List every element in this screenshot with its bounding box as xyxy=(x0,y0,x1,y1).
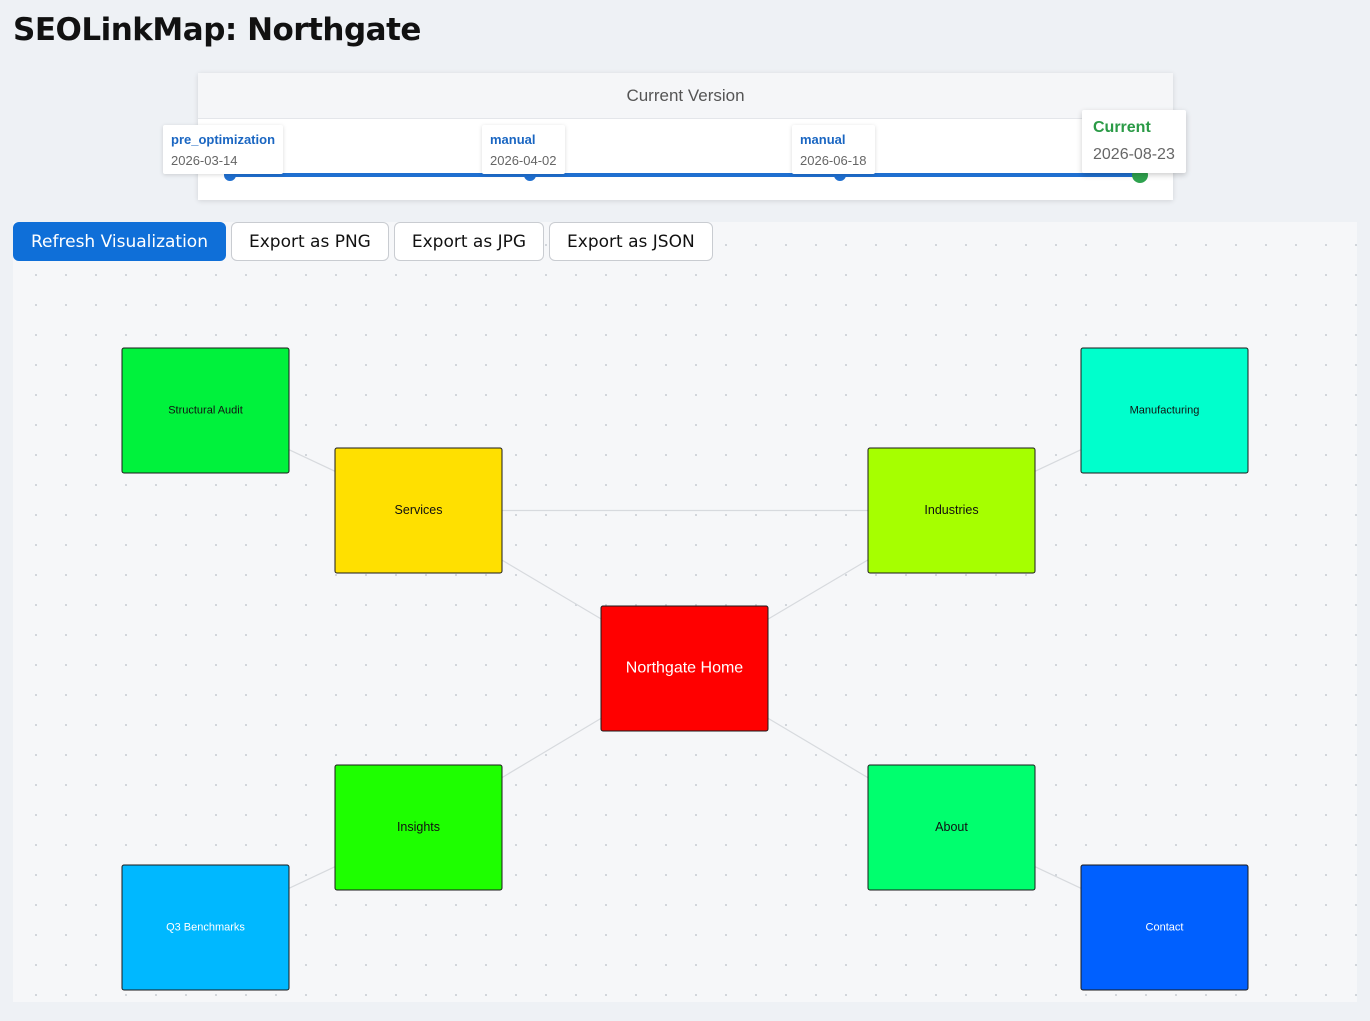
version-date: 2026-08-23 xyxy=(1093,146,1175,163)
toolbar: Refresh Visualization Export as PNG Expo… xyxy=(13,222,713,262)
node-home[interactable]: Northgate Home xyxy=(600,605,769,732)
version-timeline: Current Version xyxy=(198,73,1173,200)
graph-canvas[interactable]: Northgate Home Services Industries Insights… xyxy=(13,222,1357,1002)
export-png-button[interactable]: Export as PNG xyxy=(230,222,389,261)
node-label: About xyxy=(935,820,968,834)
node-services[interactable]: Services xyxy=(334,447,503,574)
version-date: 2026-04-02 xyxy=(490,153,557,168)
version-card-pre-optimization[interactable]: pre_optimization 2026-03-14 xyxy=(163,125,284,174)
edge-about-contact xyxy=(1034,866,1082,889)
version-label: manual xyxy=(800,132,846,147)
export-jpg-button[interactable]: Export as JPG xyxy=(393,222,545,261)
node-label: Manufacturing xyxy=(1130,404,1200,416)
node-label: Structural Audit xyxy=(168,404,243,416)
node-about[interactable]: About xyxy=(867,764,1036,891)
page-title: SEOLinkMap: Northgate xyxy=(13,12,421,48)
version-date: 2026-06-18 xyxy=(800,153,867,168)
version-card-manual-1[interactable]: manual 2026-04-02 xyxy=(482,125,565,174)
version-label: pre_optimization xyxy=(171,132,276,147)
timeline-track xyxy=(230,173,1141,177)
node-label: Northgate Home xyxy=(626,660,743,677)
version-card-current[interactable]: Current 2026-08-23 xyxy=(1082,110,1186,173)
node-q3-benchmarks[interactable]: Q3 Benchmarks xyxy=(121,864,290,991)
node-structural-audit[interactable]: Structural Audit xyxy=(121,347,290,474)
node-label: Industries xyxy=(924,503,978,517)
edge-home-services xyxy=(501,559,602,620)
edge-industries-manufacturing xyxy=(1034,449,1082,472)
version-label: manual xyxy=(490,132,536,147)
edge-home-insights xyxy=(501,717,602,779)
node-industries[interactable]: Industries xyxy=(867,447,1036,574)
edge-insights-q3-benchmarks xyxy=(288,866,336,889)
nodes-layer: Northgate Home Services Industries Insights… xyxy=(121,347,1249,991)
node-insights[interactable]: Insights xyxy=(334,764,503,891)
node-label: Contact xyxy=(1146,921,1184,933)
export-json-button[interactable]: Export as JSON xyxy=(549,222,713,261)
node-label: Insights xyxy=(397,820,440,834)
version-label: Current xyxy=(1093,119,1151,136)
node-contact[interactable]: Contact xyxy=(1080,864,1249,991)
timeline-header: Current Version xyxy=(198,73,1173,119)
node-manufacturing[interactable]: Manufacturing xyxy=(1080,347,1249,474)
node-label: Services xyxy=(395,503,443,517)
refresh-visualization-button[interactable]: Refresh Visualization xyxy=(13,222,226,261)
edge-services-structural-audit xyxy=(288,449,336,472)
node-label: Q3 Benchmarks xyxy=(166,921,245,933)
link-graph[interactable]: Northgate Home Services Industries Insights… xyxy=(13,222,1357,1002)
edge-home-industries xyxy=(767,559,869,620)
edge-home-about xyxy=(767,717,869,779)
version-date: 2026-03-14 xyxy=(171,153,238,168)
version-card-manual-2[interactable]: manual 2026-06-18 xyxy=(792,125,875,174)
